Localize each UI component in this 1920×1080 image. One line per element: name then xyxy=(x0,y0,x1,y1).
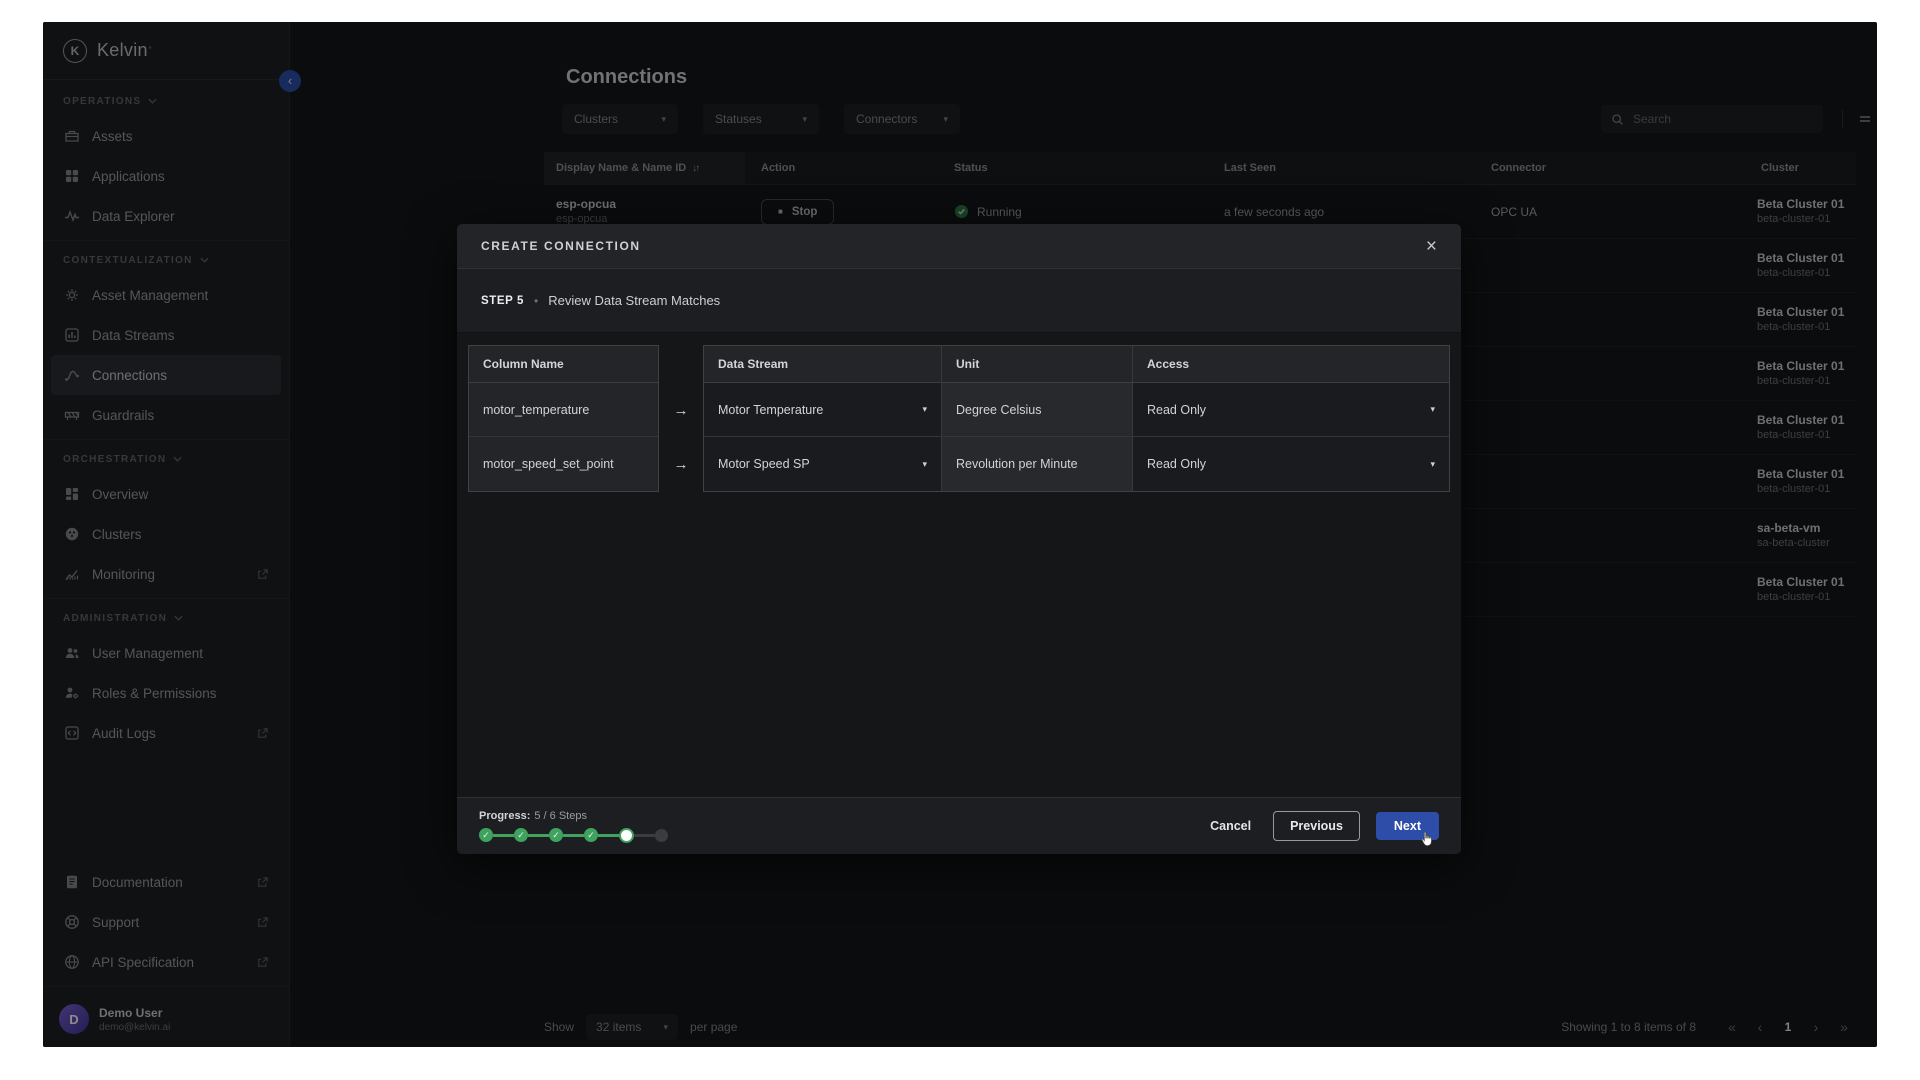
close-icon[interactable]: × xyxy=(1426,237,1437,256)
step-done-icon: ✓ xyxy=(584,828,598,842)
data-stream-select[interactable]: Motor Temperature ▾ xyxy=(704,383,942,437)
column-name-table: Column Name motor_temperature motor_spee… xyxy=(468,345,659,492)
column-name-cell: motor_speed_set_point xyxy=(469,437,658,491)
chevron-down-icon: ▾ xyxy=(922,459,927,470)
access-header: Access xyxy=(1133,346,1449,383)
step-current-icon xyxy=(619,828,634,843)
modal-actions: Cancel Previous Next xyxy=(1204,811,1439,841)
access-select[interactable]: Read Only ▾ xyxy=(1133,437,1449,491)
modal-body: Column Name motor_temperature motor_spee… xyxy=(457,333,1461,797)
step-done-icon: ✓ xyxy=(514,828,528,842)
column-name-cell: motor_temperature xyxy=(469,383,658,437)
stream-mapping-table: Data Stream Unit Access Motor Temperatur… xyxy=(703,345,1450,492)
previous-button[interactable]: Previous xyxy=(1273,811,1360,841)
column-name-header: Column Name xyxy=(469,346,658,383)
data-stream-match-table: Column Name motor_temperature motor_spee… xyxy=(468,345,1450,492)
unit-cell: Degree Celsius xyxy=(942,383,1133,437)
create-connection-modal: CREATE CONNECTION × STEP 5 • Review Data… xyxy=(457,224,1461,854)
cancel-button[interactable]: Cancel xyxy=(1204,812,1257,840)
progress-value: 5 / 6 Steps xyxy=(534,810,587,822)
step-done-icon: ✓ xyxy=(549,828,563,842)
chevron-down-icon: ▾ xyxy=(1430,404,1435,415)
match-arrows: → → xyxy=(659,345,703,491)
step-title: Review Data Stream Matches xyxy=(548,293,720,308)
chevron-down-icon: ▾ xyxy=(922,404,927,415)
next-button[interactable]: Next xyxy=(1376,812,1439,840)
data-stream-select[interactable]: Motor Speed SP ▾ xyxy=(704,437,942,491)
mouse-cursor-icon xyxy=(1420,831,1433,847)
modal-title: CREATE CONNECTION xyxy=(481,239,641,253)
progress-steps: ✓ ✓ ✓ ✓ xyxy=(479,828,668,843)
unit-cell: Revolution per Minute xyxy=(942,437,1133,491)
step-separator: • xyxy=(534,294,538,308)
data-stream-header: Data Stream xyxy=(704,346,942,383)
access-select[interactable]: Read Only ▾ xyxy=(1133,383,1449,437)
unit-header: Unit xyxy=(942,346,1133,383)
app-window: K Kelvin ˚ OPERATIONS Assets Application… xyxy=(43,22,1877,1047)
modal-header: CREATE CONNECTION × xyxy=(457,224,1461,269)
wizard-step-header: STEP 5 • Review Data Stream Matches xyxy=(457,269,1461,333)
chevron-down-icon: ▾ xyxy=(1430,459,1435,470)
step-done-icon: ✓ xyxy=(479,828,493,842)
modal-footer: Progress: 5 / 6 Steps ✓ ✓ ✓ ✓ Cancel Prev… xyxy=(457,797,1461,854)
step-label: STEP 5 xyxy=(481,295,524,307)
wizard-progress: Progress: 5 / 6 Steps ✓ ✓ ✓ ✓ xyxy=(479,810,668,843)
arrow-right-icon: → xyxy=(659,383,703,437)
progress-label: Progress: xyxy=(479,810,530,822)
arrow-right-icon: → xyxy=(659,437,703,491)
step-upcoming-icon xyxy=(655,829,668,842)
